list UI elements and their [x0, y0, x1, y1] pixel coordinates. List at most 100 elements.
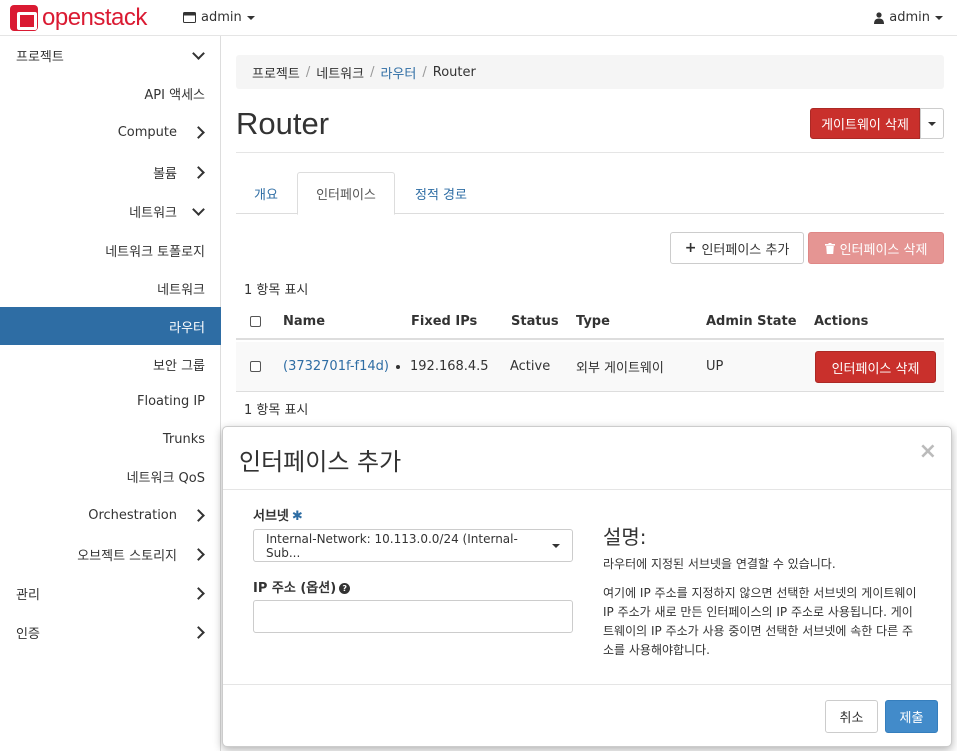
chevron-right-icon [191, 625, 205, 639]
column-admin-state[interactable]: Admin State [706, 304, 797, 338]
submit-button[interactable]: 제출 [885, 700, 938, 733]
sidebar-item-label: 네트워크 [129, 205, 177, 221]
sidebar: 프로젝트 API 액세스 Compute 볼륨 네트워크 네트워크 토폴로지 네… [0, 36, 221, 751]
column-status[interactable]: Status [511, 304, 559, 338]
sidebar-item-label: 라우터 [169, 320, 205, 336]
chevron-down-icon [191, 46, 205, 60]
sidebar-item-object-storage[interactable]: 오브젝트 스토리지 [0, 535, 221, 573]
breadcrumb-item[interactable]: 프로젝트 [252, 63, 300, 82]
project-name: admin [201, 10, 242, 25]
breadcrumb-item[interactable]: 네트워크 [316, 63, 364, 82]
add-interface-button[interactable]: + 인터페이스 추가 [670, 232, 804, 264]
breadcrumb: 프로젝트 / 네트워크 / 라우터 / Router [236, 55, 944, 89]
trash-icon [824, 242, 835, 254]
sidebar-item-network-qos[interactable]: 네트워크 QoS [0, 457, 221, 495]
chevron-right-icon [191, 508, 205, 522]
cancel-button[interactable]: 취소 [825, 700, 878, 733]
description-text-2: 여기에 IP 주소를 지정하지 않으면 선택한 서브넷의 게이트웨이 IP 주소… [603, 586, 917, 657]
row-delete-interface-button[interactable]: 인터페이스 삭제 [815, 351, 936, 383]
sidebar-item-label: API 액세스 [144, 87, 205, 103]
user-menu[interactable]: admin [874, 10, 943, 25]
sidebar-item-project[interactable]: 프로젝트 [0, 36, 221, 74]
chevron-right-icon [191, 125, 205, 139]
sidebar-item-label: Trunks [162, 431, 205, 447]
required-icon: ✱ [291, 509, 303, 524]
sidebar-item-label: 오브젝트 스토리지 [77, 548, 177, 564]
sidebar-item-security-groups[interactable]: 보안 그룹 [0, 345, 221, 383]
sidebar-item-networks[interactable]: 네트워크 [0, 269, 221, 307]
brand-name: openstack [42, 4, 147, 31]
sidebar-item-label: 네트워크 QoS [126, 470, 205, 486]
user-icon [874, 11, 885, 24]
breadcrumb-item[interactable]: 라우터 [380, 63, 416, 82]
sidebar-item-orchestration[interactable]: Orchestration [0, 496, 221, 534]
tab-interfaces[interactable]: 인터페이스 [297, 172, 395, 215]
sidebar-item-label: 네트워크 토폴로지 [105, 244, 205, 260]
openstack-logo[interactable]: openstack [10, 4, 147, 31]
sidebar-item-network-topology[interactable]: 네트워크 토폴로지 [0, 231, 221, 269]
chevron-down-icon [935, 15, 943, 20]
subnet-selected-value: Internal-Network: 10.113.0.0/24 (Interna… [266, 531, 518, 560]
table-row: (3732701f-f14d) 192.168.4.5 Active 외부 게이… [236, 342, 944, 392]
fixed-ip-value: 192.168.4.5 [410, 359, 489, 374]
sidebar-item-label: 보안 그룹 [153, 358, 205, 374]
sidebar-item-label: Compute [117, 124, 177, 140]
modal-title: 인터페이스 추가 [239, 448, 402, 476]
sidebar-item-label: 관리 [16, 587, 40, 603]
column-actions: Actions [814, 313, 869, 329]
tab-static-routes[interactable]: 정적 경로 [396, 172, 486, 214]
modal-header: 인터페이스 추가 × [223, 427, 951, 490]
add-interface-modal: 인터페이스 추가 × 서브넷 ✱ Internal-Network: 10.113… [222, 426, 952, 747]
delete-interfaces-button[interactable]: 인터페이스 삭제 [808, 232, 944, 264]
description-text-1: 라우터에 지정된 서브넷을 연결할 수 있습니다. [603, 557, 836, 571]
table-header: Name Fixed IPs Status Type Admin State A… [236, 304, 944, 340]
chevron-down-icon [191, 202, 205, 216]
select-all-checkbox[interactable] [250, 315, 261, 327]
sidebar-item-label: Orchestration [88, 507, 177, 523]
sidebar-item-trunks[interactable]: Trunks [0, 420, 221, 458]
sidebar-item-admin[interactable]: 관리 [0, 574, 221, 612]
chevron-right-icon [191, 586, 205, 600]
sidebar-item-label: 네트워크 [157, 282, 205, 298]
item-count: 1 항목 표시 [244, 283, 309, 298]
chevron-down-icon [552, 543, 560, 548]
chevron-down-icon [246, 15, 255, 20]
subnet-label: 서브넷 ✱ [253, 509, 303, 524]
admin-state-value: UP [706, 359, 724, 374]
row-checkbox[interactable] [250, 361, 261, 372]
chevron-right-icon [191, 165, 205, 179]
sidebar-item-routers[interactable]: 라우터 [0, 307, 221, 345]
status-value: Active [510, 359, 551, 374]
ip-address-label: IP 주소 (옵션)? [253, 577, 351, 596]
column-type[interactable]: Type [576, 304, 610, 338]
top-navbar: openstack admin admin [0, 0, 957, 36]
subnet-select[interactable]: Internal-Network: 10.113.0.0/24 (Interna… [253, 529, 573, 562]
column-fixed-ips[interactable]: Fixed IPs [411, 304, 477, 338]
sidebar-item-label: 볼륨 [153, 166, 177, 182]
button-label: 인터페이스 추가 [701, 242, 790, 258]
help-icon[interactable]: ? [339, 583, 351, 594]
interface-name-link[interactable]: (3732701f-f14d) [283, 342, 389, 391]
sidebar-item-api-access[interactable]: API 액세스 [0, 74, 221, 112]
project-icon [183, 12, 196, 23]
sidebar-item-floating-ip[interactable]: Floating IP [0, 382, 221, 420]
ip-address-input[interactable] [253, 600, 573, 633]
project-selector[interactable]: admin [183, 10, 255, 25]
close-icon[interactable]: × [919, 439, 937, 464]
description-title: 설명: [603, 525, 647, 549]
sidebar-item-network[interactable]: 네트워크 [0, 192, 221, 230]
type-value: 외부 게이트웨이 [576, 361, 664, 376]
actions-dropdown-toggle[interactable] [920, 108, 944, 139]
delete-gateway-button[interactable]: 게이트웨이 삭제 [810, 108, 920, 139]
column-name[interactable]: Name [283, 304, 325, 338]
sidebar-item-volumes[interactable]: 볼륨 [0, 153, 221, 191]
tab-overview[interactable]: 개요 [236, 172, 296, 214]
sidebar-item-identity[interactable]: 인증 [0, 613, 221, 651]
sidebar-item-label: 프로젝트 [16, 49, 64, 65]
breadcrumb-current: Router [432, 64, 476, 80]
sidebar-item-label: 인증 [16, 626, 40, 642]
modal-footer: 취소 제출 [223, 684, 951, 748]
page-title: Router [236, 106, 330, 141]
openstack-logo-icon [10, 5, 38, 31]
sidebar-item-compute[interactable]: Compute [0, 113, 221, 151]
